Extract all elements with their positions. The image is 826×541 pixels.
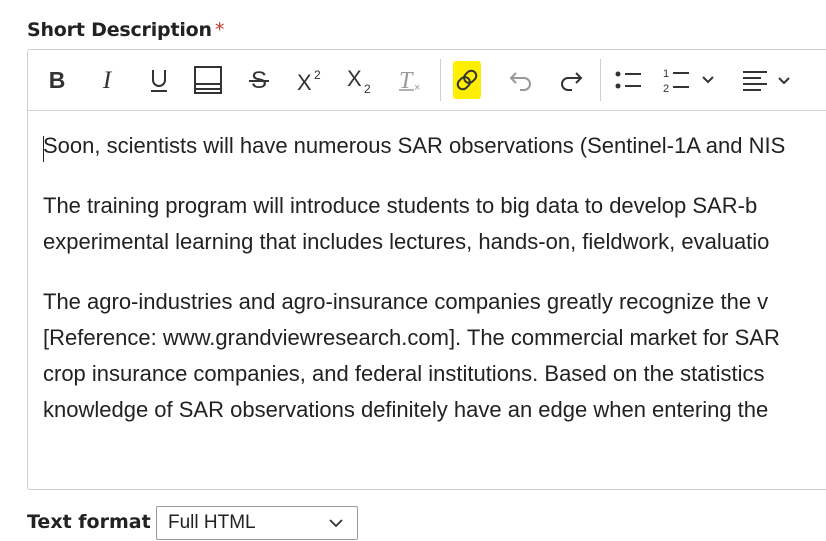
svg-text:X: X xyxy=(347,66,362,91)
field-label-text: Short Description xyxy=(27,19,212,41)
text-format-select[interactable]: Full HTML xyxy=(156,506,358,540)
link-button[interactable] xyxy=(450,61,484,99)
text-line: Soon, scientists will have numerous SAR … xyxy=(43,133,786,158)
remove-format-button[interactable]: T × xyxy=(394,63,428,97)
code-block-icon xyxy=(194,66,222,94)
alignment-dropdown[interactable] xyxy=(740,63,800,97)
required-marker: * xyxy=(214,19,225,41)
editor-content[interactable]: Soon, scientists will have numerous SAR … xyxy=(43,128,826,452)
numbered-list-button[interactable]: 1 2 xyxy=(660,63,720,97)
text-line: [Reference: www.grandviewresearch.com]. … xyxy=(43,325,780,350)
italic-button[interactable]: I xyxy=(90,63,124,97)
svg-text:B: B xyxy=(49,67,66,93)
text-line: knowledge of SAR observations definitely… xyxy=(43,397,769,422)
bold-icon: B xyxy=(49,67,66,93)
align-left-icon xyxy=(743,71,790,91)
text-line: experimental learning that includes lect… xyxy=(43,229,770,254)
svg-text:1: 1 xyxy=(663,68,669,80)
toolbar-separator xyxy=(600,59,601,101)
numbered-list-icon: 1 2 xyxy=(663,68,714,94)
underline-icon xyxy=(151,70,167,92)
undo-button[interactable] xyxy=(504,63,538,97)
text-format-label: Text format xyxy=(27,511,151,533)
redo-icon xyxy=(561,72,583,91)
bulleted-list-button[interactable] xyxy=(611,63,645,97)
toolbar-separator xyxy=(440,59,441,101)
redo-button[interactable] xyxy=(554,63,588,97)
remove-format-icon: T × xyxy=(399,68,420,94)
text-line: The training program will introduce stud… xyxy=(43,193,758,218)
superscript-button[interactable]: X 2 xyxy=(293,63,327,97)
chevron-down-icon xyxy=(329,519,343,528)
bulleted-list-icon xyxy=(615,71,641,89)
svg-text:2: 2 xyxy=(364,82,371,94)
svg-text:2: 2 xyxy=(314,68,321,82)
subscript-button[interactable]: X 2 xyxy=(343,63,377,97)
superscript-icon: X 2 xyxy=(297,68,321,93)
underline-button[interactable] xyxy=(142,63,176,97)
paragraph: The agro-industries and agro-insurance c… xyxy=(43,284,826,428)
link-icon xyxy=(453,61,481,99)
field-label: Short Description * xyxy=(27,19,224,41)
text-line: crop insurance companies, and federal in… xyxy=(43,361,765,386)
italic-icon: I xyxy=(102,67,113,93)
svg-text:I: I xyxy=(102,67,113,93)
subscript-icon: X 2 xyxy=(347,66,371,94)
svg-text:2: 2 xyxy=(663,83,669,94)
svg-text:×: × xyxy=(414,82,420,94)
strikethrough-button[interactable]: S xyxy=(242,63,276,97)
paragraph: Soon, scientists will have numerous SAR … xyxy=(43,128,826,164)
code-block-button[interactable] xyxy=(191,63,225,97)
text-line: The agro-industries and agro-insurance c… xyxy=(43,289,769,314)
svg-text:X: X xyxy=(297,70,312,93)
text-format-value: Full HTML xyxy=(168,512,256,533)
editor-toolbar: B I S X 2 X 2 T × 1 2 xyxy=(28,50,826,111)
bold-button[interactable]: B xyxy=(40,63,74,97)
strikethrough-icon: S xyxy=(249,67,269,93)
rich-text-editor[interactable]: B I S X 2 X 2 T × 1 2 Soon, scientists w… xyxy=(27,49,826,490)
undo-icon xyxy=(509,72,531,91)
paragraph: The training program will introduce stud… xyxy=(43,188,826,260)
